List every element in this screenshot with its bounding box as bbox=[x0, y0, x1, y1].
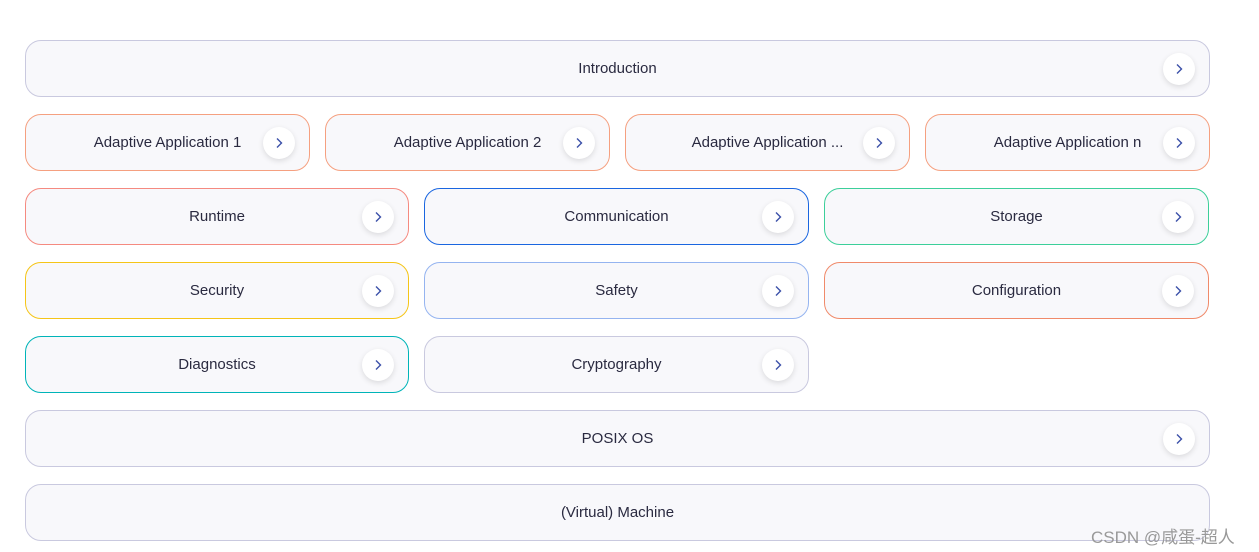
box-label: Introduction bbox=[578, 60, 657, 77]
box-label: Storage bbox=[990, 208, 1043, 225]
box-label: Cryptography bbox=[571, 356, 662, 373]
chevron-right-icon[interactable] bbox=[762, 201, 794, 233]
box-adaptive-application[interactable]: Adaptive Application ... bbox=[625, 114, 910, 171]
box-security[interactable]: Security bbox=[25, 262, 409, 319]
chevron-right-icon[interactable] bbox=[1163, 423, 1195, 455]
chevron-right-icon[interactable] bbox=[1163, 53, 1195, 85]
box-label: (Virtual) Machine bbox=[560, 504, 675, 521]
watermark: CSDN @咸蛋-超人 bbox=[1091, 528, 1235, 547]
box-posix-os[interactable]: POSIX OS bbox=[25, 410, 1210, 467]
box-label: Communication bbox=[564, 208, 669, 225]
box-storage[interactable]: Storage bbox=[824, 188, 1209, 245]
box-label: Diagnostics bbox=[178, 356, 256, 373]
box-configuration[interactable]: Configuration bbox=[824, 262, 1209, 319]
box-label: Adaptive Application n bbox=[993, 134, 1142, 151]
box-label: Adaptive Application ... bbox=[691, 134, 844, 151]
box-adaptive-application-2[interactable]: Adaptive Application 2 bbox=[325, 114, 610, 171]
box-diagnostics[interactable]: Diagnostics bbox=[25, 336, 409, 393]
box-safety[interactable]: Safety bbox=[424, 262, 809, 319]
box-adaptive-application-1[interactable]: Adaptive Application 1 bbox=[25, 114, 310, 171]
chevron-right-icon[interactable] bbox=[362, 201, 394, 233]
box-label: Runtime bbox=[189, 208, 245, 225]
chevron-right-icon[interactable] bbox=[863, 127, 895, 159]
box-virtual-machine[interactable]: (Virtual) Machine bbox=[25, 484, 1210, 541]
box-label: Configuration bbox=[971, 282, 1062, 299]
box-cryptography[interactable]: Cryptography bbox=[424, 336, 809, 393]
chevron-right-icon[interactable] bbox=[263, 127, 295, 159]
chevron-right-icon[interactable] bbox=[1162, 275, 1194, 307]
box-label: Security bbox=[189, 282, 245, 299]
chevron-right-icon[interactable] bbox=[362, 349, 394, 381]
box-runtime[interactable]: Runtime bbox=[25, 188, 409, 245]
box-communication[interactable]: Communication bbox=[424, 188, 809, 245]
chevron-right-icon[interactable] bbox=[563, 127, 595, 159]
chevron-right-icon[interactable] bbox=[762, 275, 794, 307]
chevron-right-icon[interactable] bbox=[1162, 201, 1194, 233]
box-label: Safety bbox=[595, 282, 638, 299]
chevron-right-icon[interactable] bbox=[762, 349, 794, 381]
box-introduction[interactable]: Introduction bbox=[25, 40, 1210, 97]
box-adaptive-application-n[interactable]: Adaptive Application n bbox=[925, 114, 1210, 171]
box-label: Adaptive Application 2 bbox=[393, 134, 542, 151]
chevron-right-icon[interactable] bbox=[362, 275, 394, 307]
chevron-right-icon[interactable] bbox=[1163, 127, 1195, 159]
box-label: POSIX OS bbox=[581, 430, 654, 447]
box-label: Adaptive Application 1 bbox=[93, 134, 242, 151]
